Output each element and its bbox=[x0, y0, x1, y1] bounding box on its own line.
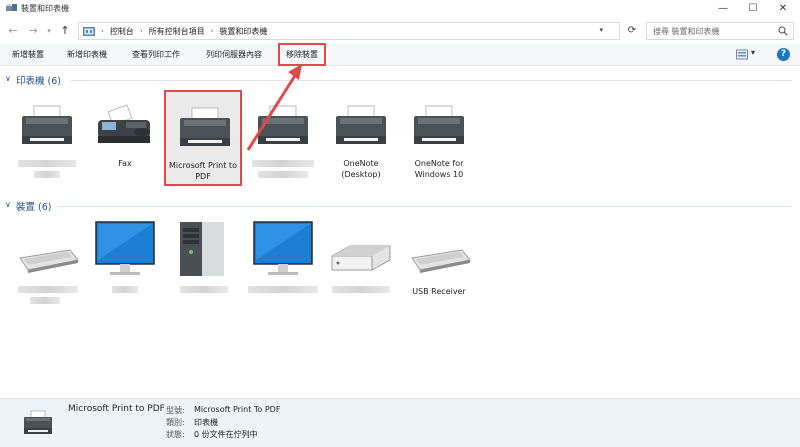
details-category-value: 印表機 bbox=[194, 418, 218, 427]
remove-device-button[interactable]: 移除裝置 bbox=[278, 43, 326, 66]
address-bar[interactable]: › 控制台 › 所有控制台項目 › 裝置和印表機 ▾ bbox=[78, 22, 620, 40]
details-pane: Microsoft Print to PDF 型號: Microsoft Pri… bbox=[0, 398, 800, 447]
forward-button[interactable]: → bbox=[26, 24, 40, 38]
group-divider bbox=[58, 206, 792, 207]
printer-icon bbox=[336, 105, 386, 144]
see-print-queue-button[interactable]: 查看列印工作 bbox=[132, 44, 180, 66]
search-box[interactable] bbox=[646, 22, 794, 40]
window-title: 裝置和印表機 bbox=[21, 4, 69, 13]
printer-tile-selected[interactable]: Microsoft Print to PDF bbox=[164, 90, 242, 186]
monitor-icon bbox=[253, 221, 313, 275]
device-tile[interactable] bbox=[8, 220, 86, 304]
address-row: ← → ▾ ↑ › 控制台 › 所有控制台項目 › 裝置和印表機 ▾ ⟳ bbox=[0, 20, 800, 42]
printer-tile[interactable]: OneNote (Desktop) bbox=[322, 96, 400, 186]
printer-icon bbox=[180, 107, 230, 146]
breadcrumb-all-control-panel-items[interactable]: 所有控制台項目 bbox=[149, 26, 205, 37]
device-tile[interactable] bbox=[322, 220, 400, 304]
devices-printers-app-icon bbox=[6, 4, 17, 11]
back-button[interactable]: ← bbox=[6, 24, 20, 38]
printer-tile[interactable] bbox=[244, 96, 322, 186]
blurred-label bbox=[112, 286, 138, 293]
breadcrumb-devices-and-printers[interactable]: 裝置和印表機 bbox=[219, 26, 267, 37]
network-device-icon bbox=[331, 245, 391, 271]
printer-label: OneNote (Desktop) bbox=[341, 159, 381, 179]
printer-tile[interactable]: OneNote for Windows 10 bbox=[400, 96, 478, 186]
details-model-value: Microsoft Print To PDF bbox=[194, 405, 281, 414]
device-tile[interactable] bbox=[164, 220, 242, 304]
add-device-button[interactable]: 新增裝置 bbox=[12, 44, 44, 66]
view-dropdown-icon: ▾ bbox=[751, 48, 756, 57]
device-tile[interactable] bbox=[244, 220, 322, 304]
group-divider bbox=[70, 80, 792, 81]
blurred-label bbox=[252, 160, 314, 167]
printer-tile[interactable]: Fax bbox=[86, 96, 164, 186]
details-category-key: 類別: bbox=[166, 418, 185, 427]
search-icon bbox=[778, 26, 788, 36]
devices-group-label: 裝置 (6) bbox=[16, 202, 52, 213]
device-tile[interactable] bbox=[86, 220, 164, 304]
breadcrumb-separator: › bbox=[210, 27, 214, 35]
printers-group-label: 印表機 (6) bbox=[16, 76, 61, 87]
computer-tower-icon bbox=[180, 222, 224, 276]
blurred-label bbox=[248, 286, 318, 293]
title-bar: 裝置和印表機 — ☐ ✕ bbox=[0, 0, 800, 17]
blurred-label bbox=[34, 171, 60, 178]
printers-group-header[interactable]: ∨ 印表機 (6) bbox=[0, 73, 800, 87]
add-printer-button[interactable]: 新增印表機 bbox=[67, 44, 107, 66]
devices-group-header[interactable]: ∨ 裝置 (6) bbox=[0, 199, 800, 213]
close-button[interactable]: ✕ bbox=[760, 0, 800, 17]
device-tile[interactable]: USB Receiver bbox=[400, 220, 478, 304]
blurred-label bbox=[30, 297, 60, 304]
chevron-down-icon: ∨ bbox=[5, 200, 11, 209]
blurred-label bbox=[18, 286, 78, 293]
printer-icon bbox=[414, 105, 464, 144]
keyboard-icon bbox=[411, 249, 471, 273]
details-status-key: 狀態: bbox=[166, 430, 185, 439]
blurred-label bbox=[180, 286, 228, 293]
blurred-label bbox=[18, 160, 76, 167]
details-model-key: 型號: bbox=[166, 406, 185, 415]
fax-icon bbox=[98, 104, 150, 143]
details-status-value: 0 份文件在佇列中 bbox=[194, 430, 258, 439]
printer-tile[interactable] bbox=[8, 96, 86, 186]
breadcrumb-separator: › bbox=[139, 27, 143, 35]
view-icon bbox=[736, 49, 748, 60]
printer-icon bbox=[24, 410, 52, 434]
monitor-icon bbox=[95, 221, 155, 275]
printer-label: OneNote for Windows 10 bbox=[414, 159, 464, 179]
breadcrumb-control-panel[interactable]: 控制台 bbox=[110, 26, 134, 37]
blurred-label bbox=[258, 171, 308, 178]
recent-locations-button[interactable]: ▾ bbox=[42, 24, 56, 38]
printer-icon bbox=[258, 105, 308, 144]
up-button[interactable]: ↑ bbox=[58, 24, 72, 38]
control-panel-icon bbox=[83, 26, 95, 36]
printer-label: Fax bbox=[118, 159, 132, 168]
search-input[interactable] bbox=[653, 26, 773, 36]
keyboard-icon bbox=[19, 249, 79, 273]
command-bar: 新增裝置 新增印表機 查看列印工作 列印伺服器內容 移除裝置 ▾ ? bbox=[0, 43, 800, 66]
printer-label: Microsoft Print to PDF bbox=[169, 161, 237, 181]
details-device-name: Microsoft Print to PDF bbox=[68, 404, 165, 414]
print-server-properties-button[interactable]: 列印伺服器內容 bbox=[206, 44, 262, 66]
chevron-down-icon: ∨ bbox=[5, 74, 11, 83]
printer-icon bbox=[22, 105, 72, 144]
device-label: USB Receiver bbox=[412, 287, 466, 296]
change-view-button[interactable]: ▾ bbox=[736, 48, 760, 61]
breadcrumb-separator: › bbox=[101, 27, 104, 35]
blurred-label bbox=[332, 286, 390, 293]
refresh-button[interactable]: ⟳ bbox=[624, 23, 640, 39]
help-button[interactable]: ? bbox=[777, 48, 790, 61]
address-dropdown-button[interactable]: ▾ bbox=[599, 26, 603, 34]
